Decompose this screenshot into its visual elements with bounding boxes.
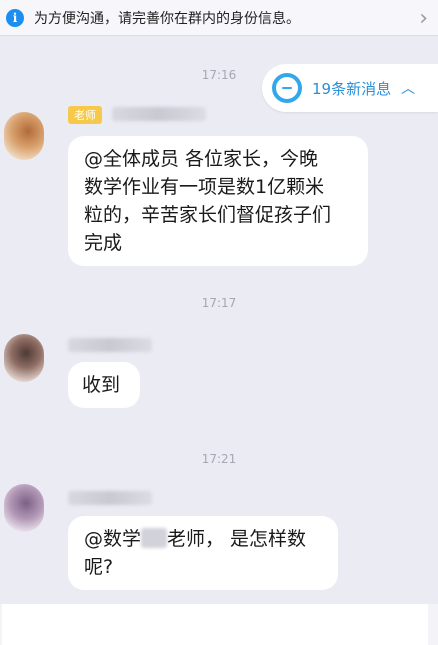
message-input[interactable]: [2, 604, 428, 645]
message-text-line: 粒的，辛苦家长们督促孩子们: [84, 204, 332, 226]
sender-name: [112, 107, 206, 121]
message-bubble[interactable]: @数学 老师， 是怎样数 呢?: [68, 516, 338, 590]
message-text-line: @全体成员 各位家长，今晚: [84, 148, 319, 170]
message-bubble[interactable]: 收到: [68, 362, 140, 408]
message-bubble[interactable]: @全体成员 各位家长，今晚 数学作业有一项是数1亿颗米 粒的，辛苦家长们督促孩子…: [68, 136, 368, 266]
avatar[interactable]: [4, 484, 44, 532]
info-icon: i: [6, 8, 24, 27]
sender-name: [68, 491, 152, 505]
teacher-tag: 老师: [68, 106, 102, 124]
timestamp: 17:21: [201, 452, 237, 466]
new-messages-button[interactable]: 19条新消息 ︿: [262, 64, 438, 112]
chevron-up-icon: ︿: [401, 81, 416, 97]
sender-name: [68, 338, 152, 352]
avatar[interactable]: [4, 334, 44, 382]
message-text-line: 呢?: [84, 556, 114, 578]
message-text-line: @数学 老师， 是怎样数: [84, 525, 322, 553]
notice-text: 为方便沟通，请完善你在群内的身份信息。: [34, 10, 300, 27]
redacted-name: [141, 528, 168, 548]
avatar[interactable]: [4, 112, 44, 160]
message-text-line: 数学作业有一项是数1亿颗米: [84, 176, 325, 198]
message-text: 收到: [82, 374, 121, 396]
chevron-right-icon[interactable]: ›: [419, 6, 428, 31]
timestamp: 17:17: [201, 296, 237, 310]
message-text-part: 老师， 是怎样数: [167, 528, 307, 550]
profile-notice-bar[interactable]: i 为方便沟通，请完善你在群内的身份信息。 ›: [0, 0, 438, 36]
message-text-part: @数学: [84, 528, 142, 550]
new-messages-label: 19条新消息: [312, 79, 392, 98]
chat-bubble-icon: [272, 73, 302, 103]
message-text-line: 完成: [84, 232, 123, 254]
